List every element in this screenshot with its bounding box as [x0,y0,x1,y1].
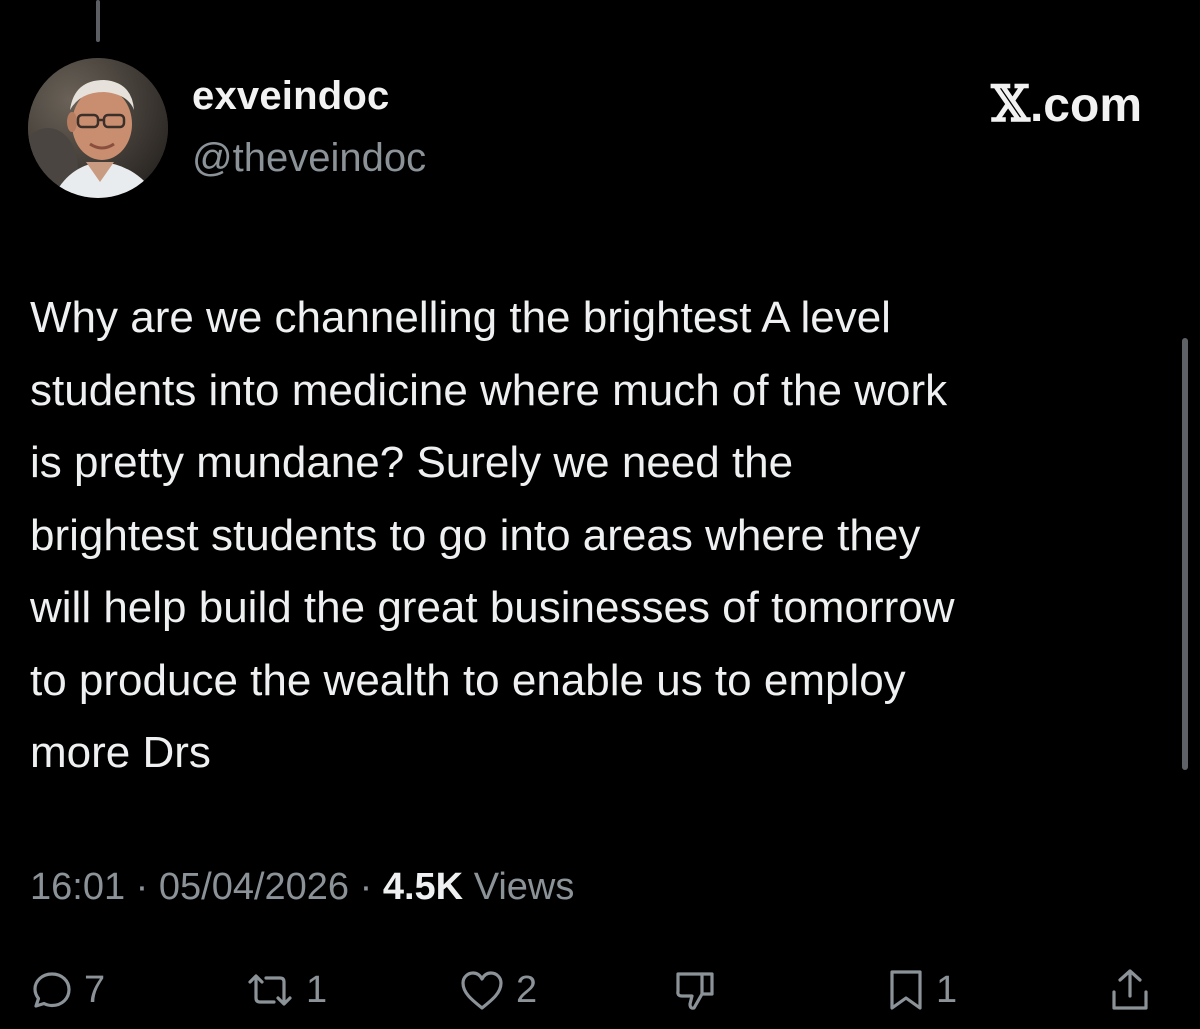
share-icon [1108,966,1152,1014]
tweet-metadata: 16:01 · 05/04/2026 · 4.5K Views [30,866,574,909]
avatar-photo [28,58,168,198]
tweet-text: Why are we channelling the brightest A l… [30,293,955,777]
heart-icon [458,968,506,1012]
share-button[interactable] [1108,960,1152,1020]
reply-button[interactable]: 7 [30,960,105,1020]
bookmark-count: 1 [936,968,958,1011]
author-display-name[interactable]: exveindoc [192,74,389,119]
repost-button[interactable]: 1 [244,960,327,1020]
bookmark-button[interactable]: 1 [886,960,957,1020]
repost-count: 1 [306,968,328,1011]
thread-connector-line [96,0,100,42]
repost-icon [244,968,296,1012]
bookmark-icon [886,966,926,1014]
thumbs-down-icon [672,966,720,1014]
views-label: Views [473,866,575,908]
site-logo-text: .com [1029,79,1142,132]
reply-count: 7 [84,968,106,1011]
tweet-action-bar: 7 1 2 1 [0,960,1200,1020]
tweet-time[interactable]: 16:01 [30,866,125,908]
like-count: 2 [516,968,538,1011]
reply-icon [30,968,74,1012]
x-logo-icon: 𝕏 [991,74,1030,133]
views-count[interactable]: 4.5K [383,866,463,908]
meta-separator: · [135,866,149,908]
tweet-date[interactable]: 05/04/2026 [159,866,349,908]
site-logo: 𝕏.com [991,74,1142,133]
like-button[interactable]: 2 [458,960,537,1020]
author-handle[interactable]: @theveindoc [192,136,426,181]
scrollbar[interactable] [1182,338,1188,770]
meta-separator: · [359,866,373,908]
author-avatar[interactable] [28,58,168,198]
dislike-button[interactable] [672,960,720,1020]
